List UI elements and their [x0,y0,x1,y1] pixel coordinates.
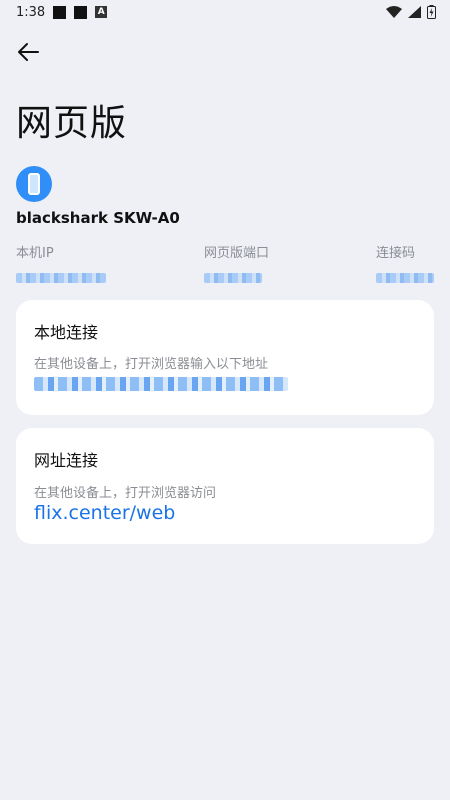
ip-info: 本机IP [16,242,106,283]
a-badge-icon: A [95,6,108,18]
url-connection-card: 网址连接 在其他设备上，打开浏览器访问 flix.center/web [16,428,434,544]
url-card-title: 网址连接 [34,451,99,470]
port-value-redacted [204,273,262,283]
notification-square-icon [74,5,88,19]
arrow-left-icon [18,43,39,61]
back-button[interactable] [12,38,44,66]
notification-square-icon [53,5,67,19]
port-info: 网页版端口 [204,242,269,283]
page-title: 网页版 [16,103,128,144]
local-address-redacted[interactable] [34,377,288,391]
local-connection-card: 本地连接 在其他设备上，打开浏览器输入以下地址 [16,300,434,415]
device-avatar [16,166,52,202]
status-time: 1:38 [16,4,46,20]
port-label: 网页版端口 [204,246,270,261]
ip-label: 本机IP [16,246,54,261]
local-card-description: 在其他设备上，打开浏览器输入以下地址 [34,357,269,372]
ip-value-redacted [16,273,106,283]
code-info: 连接码 [376,242,434,283]
battery-charging-icon [427,5,436,19]
status-bar: 1:38 A [0,0,450,24]
wifi-icon [386,6,402,18]
web-url-link[interactable]: flix.center/web [34,502,175,524]
url-card-description: 在其他设备上，打开浏览器访问 [34,486,217,501]
cellular-icon [408,6,421,18]
code-value-redacted [376,273,434,283]
phone-icon [28,173,40,195]
device-name: blackshark SKW-A0 [16,209,180,227]
local-card-title: 本地连接 [34,323,99,342]
code-label: 连接码 [376,246,416,261]
